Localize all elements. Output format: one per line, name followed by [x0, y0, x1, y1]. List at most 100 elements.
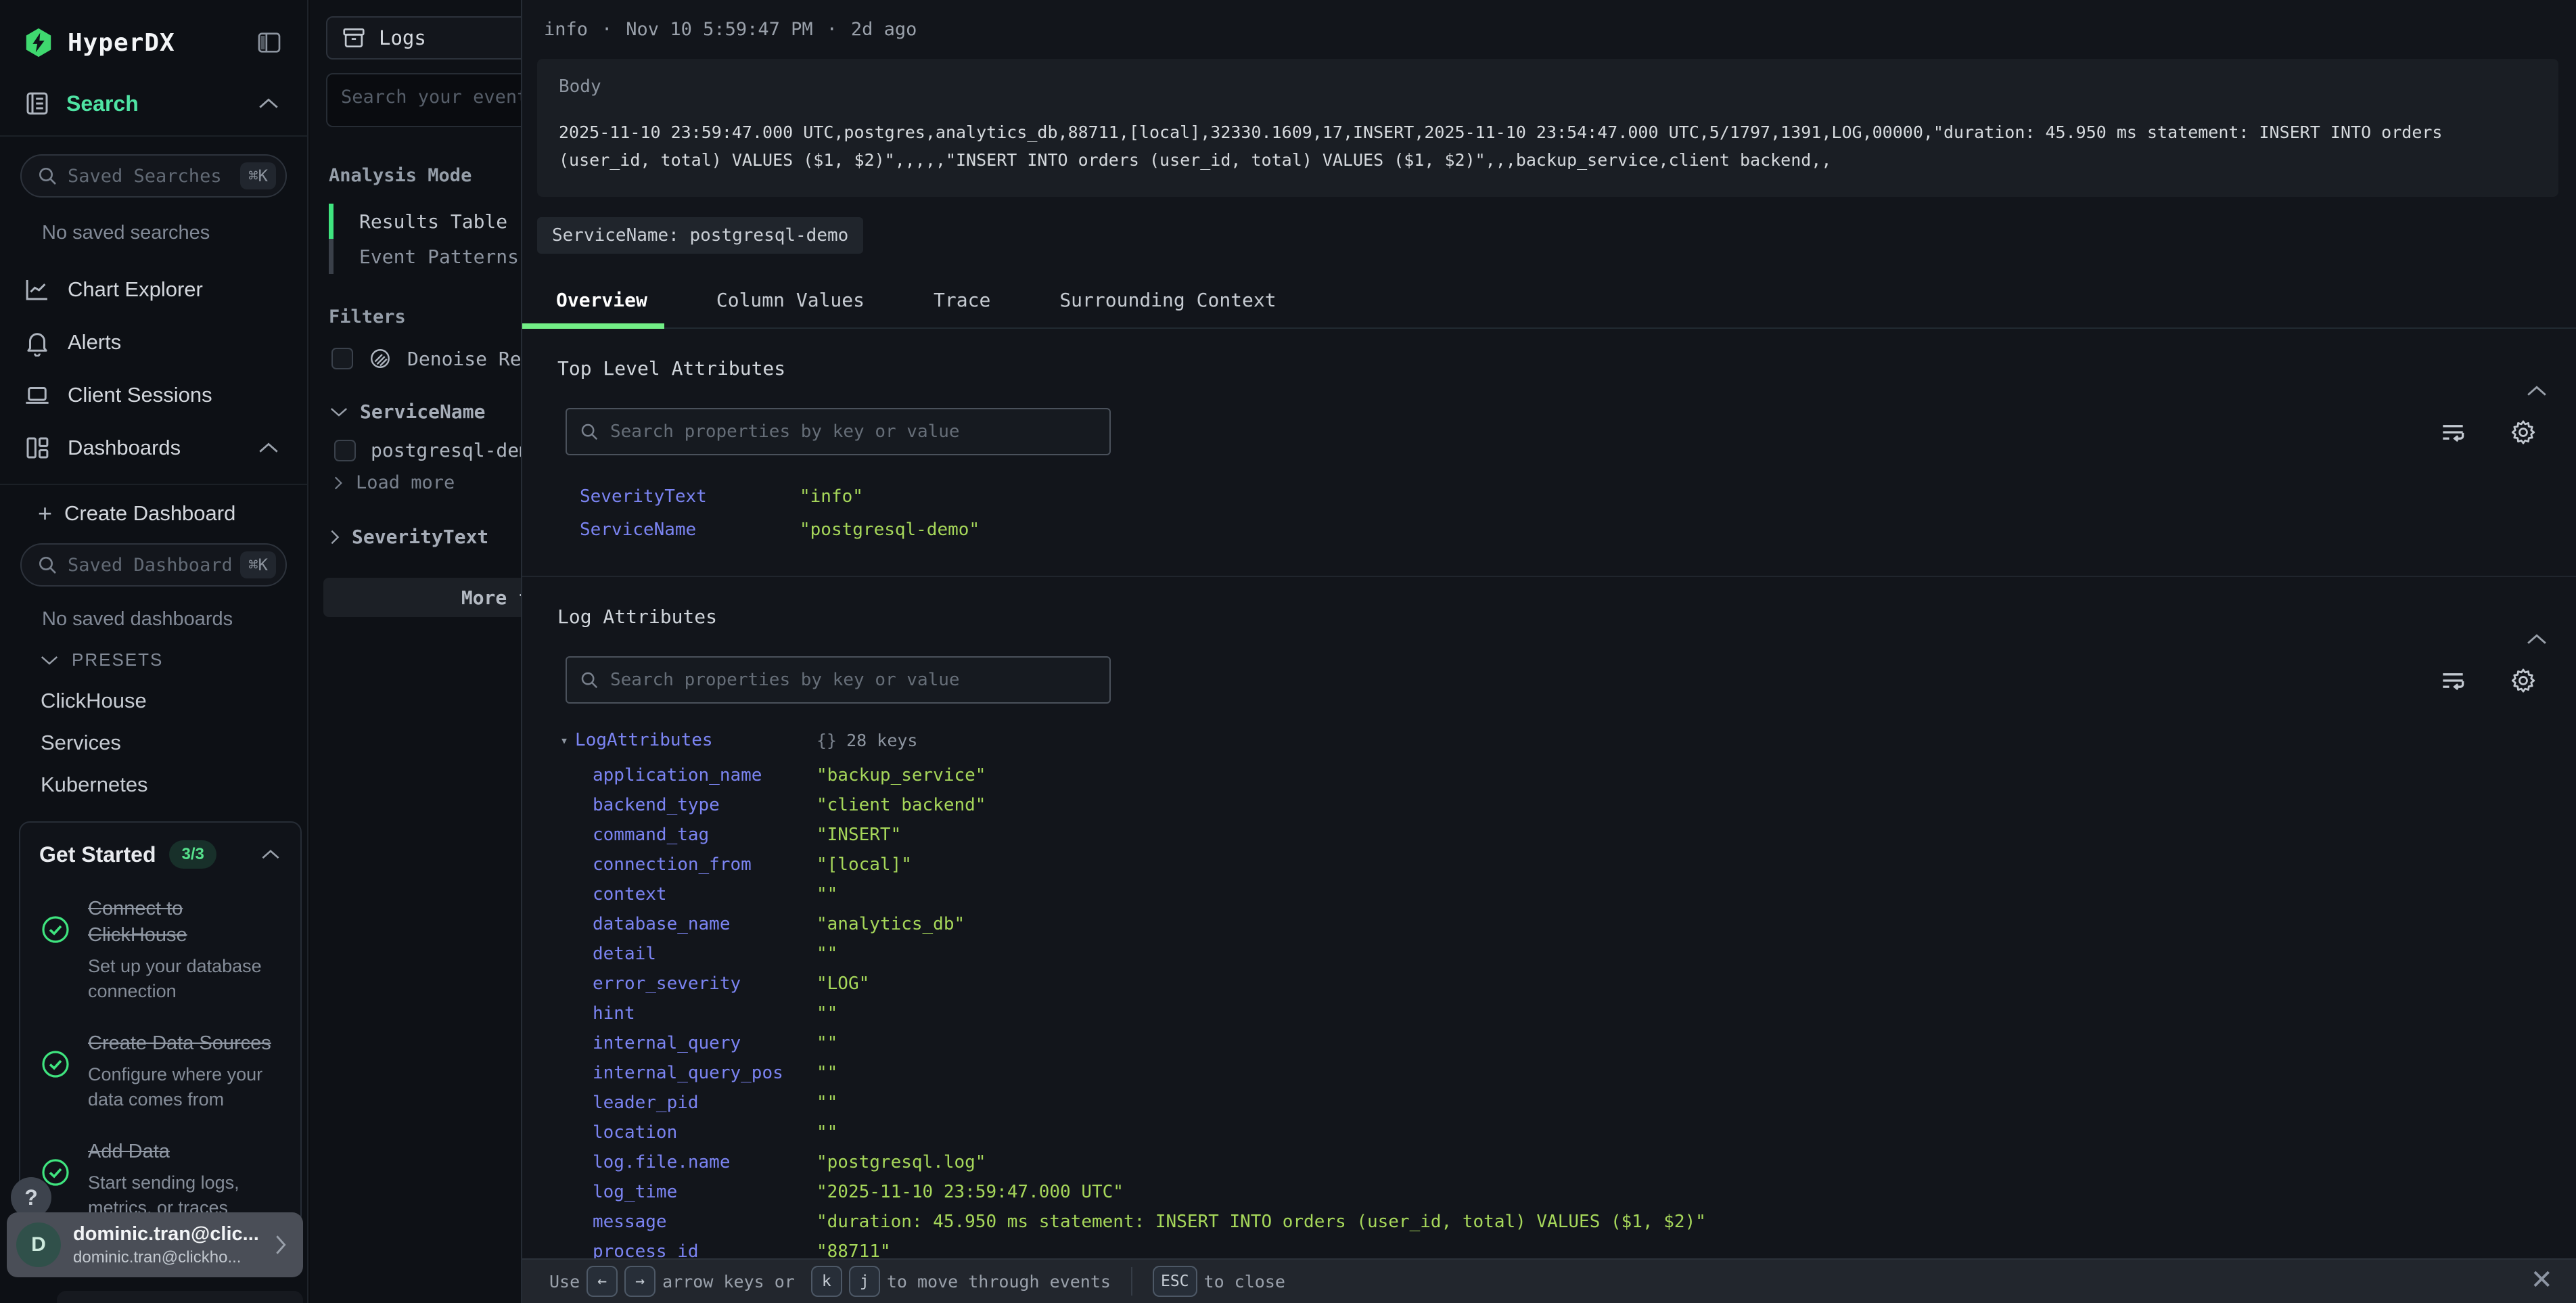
tab-overview[interactable]: Overview	[556, 279, 647, 327]
property-search-field[interactable]	[610, 670, 1097, 690]
attribute-value[interactable]: ""	[816, 1093, 837, 1113]
attribute-key[interactable]: command_tag	[593, 825, 709, 845]
attribute-key[interactable]: hint	[593, 1003, 635, 1024]
attribute-key[interactable]: error_severity	[593, 974, 741, 994]
attribute-key[interactable]: backend_type	[593, 795, 720, 815]
attribute-key[interactable]: database_name	[593, 914, 731, 934]
body-text[interactable]: 2025-11-10 23:59:47.000 UTC,postgres,ana…	[559, 118, 2537, 174]
property-search-field[interactable]	[610, 421, 1097, 442]
body-section: Body 2025-11-10 23:59:47.000 UTC,postgre…	[537, 59, 2558, 197]
tab-surrounding-context[interactable]: Surrounding Context	[1059, 279, 1276, 327]
bottom-partial-card[interactable]	[57, 1291, 303, 1303]
attribute-row: ServiceName "postgresql-demo"	[522, 513, 2576, 546]
chevron-down-icon	[39, 654, 60, 666]
chevron-up-icon[interactable]	[257, 97, 280, 110]
wrap-lines-icon[interactable]	[2438, 417, 2468, 447]
denoise-checkbox[interactable]	[331, 348, 353, 369]
attribute-value[interactable]: "client backend"	[816, 795, 986, 815]
attribute-value[interactable]: "LOG"	[816, 974, 869, 994]
arrow-left-key[interactable]: ←	[586, 1266, 618, 1297]
attribute-value[interactable]: "backup_service"	[816, 765, 986, 785]
attribute-row: SeverityText "info"	[522, 480, 2576, 513]
saved-dashboards-field[interactable]	[68, 555, 231, 576]
archive-icon	[341, 25, 367, 51]
saved-searches-input[interactable]: ⌘K	[20, 154, 287, 198]
tab-column-values[interactable]: Column Values	[716, 279, 865, 327]
user-account-chip[interactable]: D dominic.tran@clic... dominic.tran@clic…	[7, 1212, 303, 1277]
attribute-value[interactable]: "duration: 45.950 ms statement: INSERT I…	[816, 1212, 1706, 1232]
attribute-value[interactable]: "[local]"	[816, 854, 912, 875]
attribute-key[interactable]: application_name	[593, 765, 762, 785]
search-icon	[579, 421, 599, 442]
body-label: Body	[559, 76, 2537, 97]
nav-label: Alerts	[68, 330, 121, 355]
attribute-value[interactable]: ""	[816, 1003, 837, 1024]
sidebar-item-dashboards[interactable]: Dashboards	[0, 421, 307, 474]
attribute-value[interactable]: "info"	[800, 486, 863, 507]
caret-down-icon[interactable]: ▾	[560, 732, 568, 748]
create-dashboard-button[interactable]: + Create Dashboard	[0, 485, 307, 530]
property-search-box[interactable]	[566, 408, 1111, 455]
chevron-up-icon[interactable]	[260, 848, 281, 861]
preset-services[interactable]: Services	[0, 722, 307, 764]
saved-searches-field[interactable]	[68, 166, 231, 187]
chevron-up-icon[interactable]	[2525, 633, 2549, 646]
attribute-key[interactable]: ServiceName	[580, 520, 696, 540]
k-key[interactable]: k	[811, 1266, 842, 1297]
attribute-key[interactable]: detail	[593, 944, 656, 964]
get-started-step[interactable]: Add Data Start sending logs, metrics, or…	[39, 1139, 281, 1220]
event-detail-panel: info · Nov 10 5:59:47 PM · 2d ago Body 2…	[521, 0, 2576, 1303]
wrap-lines-icon[interactable]	[2438, 666, 2468, 695]
sidebar-item-chart-explorer[interactable]: Chart Explorer	[0, 263, 307, 316]
sidebar-item-alerts[interactable]: Alerts	[0, 316, 307, 369]
attribute-key[interactable]: SeverityText	[580, 486, 707, 507]
preset-clickhouse[interactable]: ClickHouse	[0, 680, 307, 722]
service-checkbox[interactable]	[334, 440, 356, 461]
log-attributes-root-row[interactable]: ▾ LogAttributes {}28 keys	[522, 723, 2576, 758]
arrow-right-key[interactable]: →	[624, 1266, 656, 1297]
attribute-key[interactable]: context	[593, 884, 667, 905]
attribute-value[interactable]: ""	[816, 1033, 837, 1053]
saved-dashboards-input[interactable]: ⌘K	[20, 543, 287, 587]
attribute-key[interactable]: internal_query	[593, 1033, 741, 1053]
tab-trace[interactable]: Trace	[934, 279, 990, 327]
attribute-key[interactable]: log.file.name	[593, 1152, 731, 1172]
help-button[interactable]: ?	[11, 1177, 51, 1218]
keys-count: 28 keys	[846, 731, 917, 750]
esc-key[interactable]: ESC	[1153, 1266, 1197, 1297]
attribute-value[interactable]: ""	[816, 1063, 837, 1083]
attribute-value[interactable]: "INSERT"	[816, 825, 901, 845]
service-value-label: postgresql-demo	[371, 439, 542, 461]
attribute-value[interactable]: ""	[816, 1122, 837, 1143]
attribute-value[interactable]: "analytics_db"	[816, 914, 965, 934]
attribute-value[interactable]: "2025-11-10 23:59:47.000 UTC"	[816, 1182, 1124, 1202]
check-circle-icon	[39, 1030, 72, 1112]
attribute-key[interactable]: message	[593, 1212, 667, 1232]
attribute-key[interactable]: connection_from	[593, 854, 752, 875]
attribute-key[interactable]: log_time	[593, 1182, 677, 1202]
attribute-key[interactable]: leader_pid	[593, 1093, 699, 1113]
get-started-step[interactable]: Create Data Sources Configure where your…	[39, 1030, 281, 1112]
sidebar-item-client-sessions[interactable]: Client Sessions	[0, 369, 307, 421]
brand[interactable]: HyperDX	[23, 27, 175, 58]
attribute-key[interactable]: location	[593, 1122, 677, 1143]
sidebar-collapse-icon[interactable]	[256, 29, 283, 56]
j-key[interactable]: j	[849, 1266, 880, 1297]
preset-kubernetes[interactable]: Kubernetes	[0, 764, 307, 806]
gear-icon[interactable]	[2508, 666, 2538, 695]
get-started-step[interactable]: Connect to ClickHouse Set up your databa…	[39, 896, 281, 1003]
presets-toggle[interactable]: PRESETS	[39, 649, 307, 670]
attribute-value[interactable]: ""	[816, 884, 837, 905]
attribute-value[interactable]: ""	[816, 944, 837, 964]
close-icon[interactable]: ✕	[2530, 1266, 2553, 1294]
root-key[interactable]: LogAttributes	[575, 730, 713, 750]
sidebar-item-search[interactable]: Search	[0, 89, 307, 118]
service-name-tag[interactable]: ServiceName: postgresql-demo	[537, 217, 863, 254]
chevron-up-icon[interactable]	[257, 441, 280, 455]
attribute-value[interactable]: "postgresql.log"	[816, 1152, 986, 1172]
property-search-box[interactable]	[566, 656, 1111, 704]
gear-icon[interactable]	[2508, 417, 2538, 447]
chevron-up-icon[interactable]	[2525, 384, 2549, 398]
attribute-value[interactable]: "postgresql-demo"	[800, 520, 980, 540]
attribute-key[interactable]: internal_query_pos	[593, 1063, 783, 1083]
